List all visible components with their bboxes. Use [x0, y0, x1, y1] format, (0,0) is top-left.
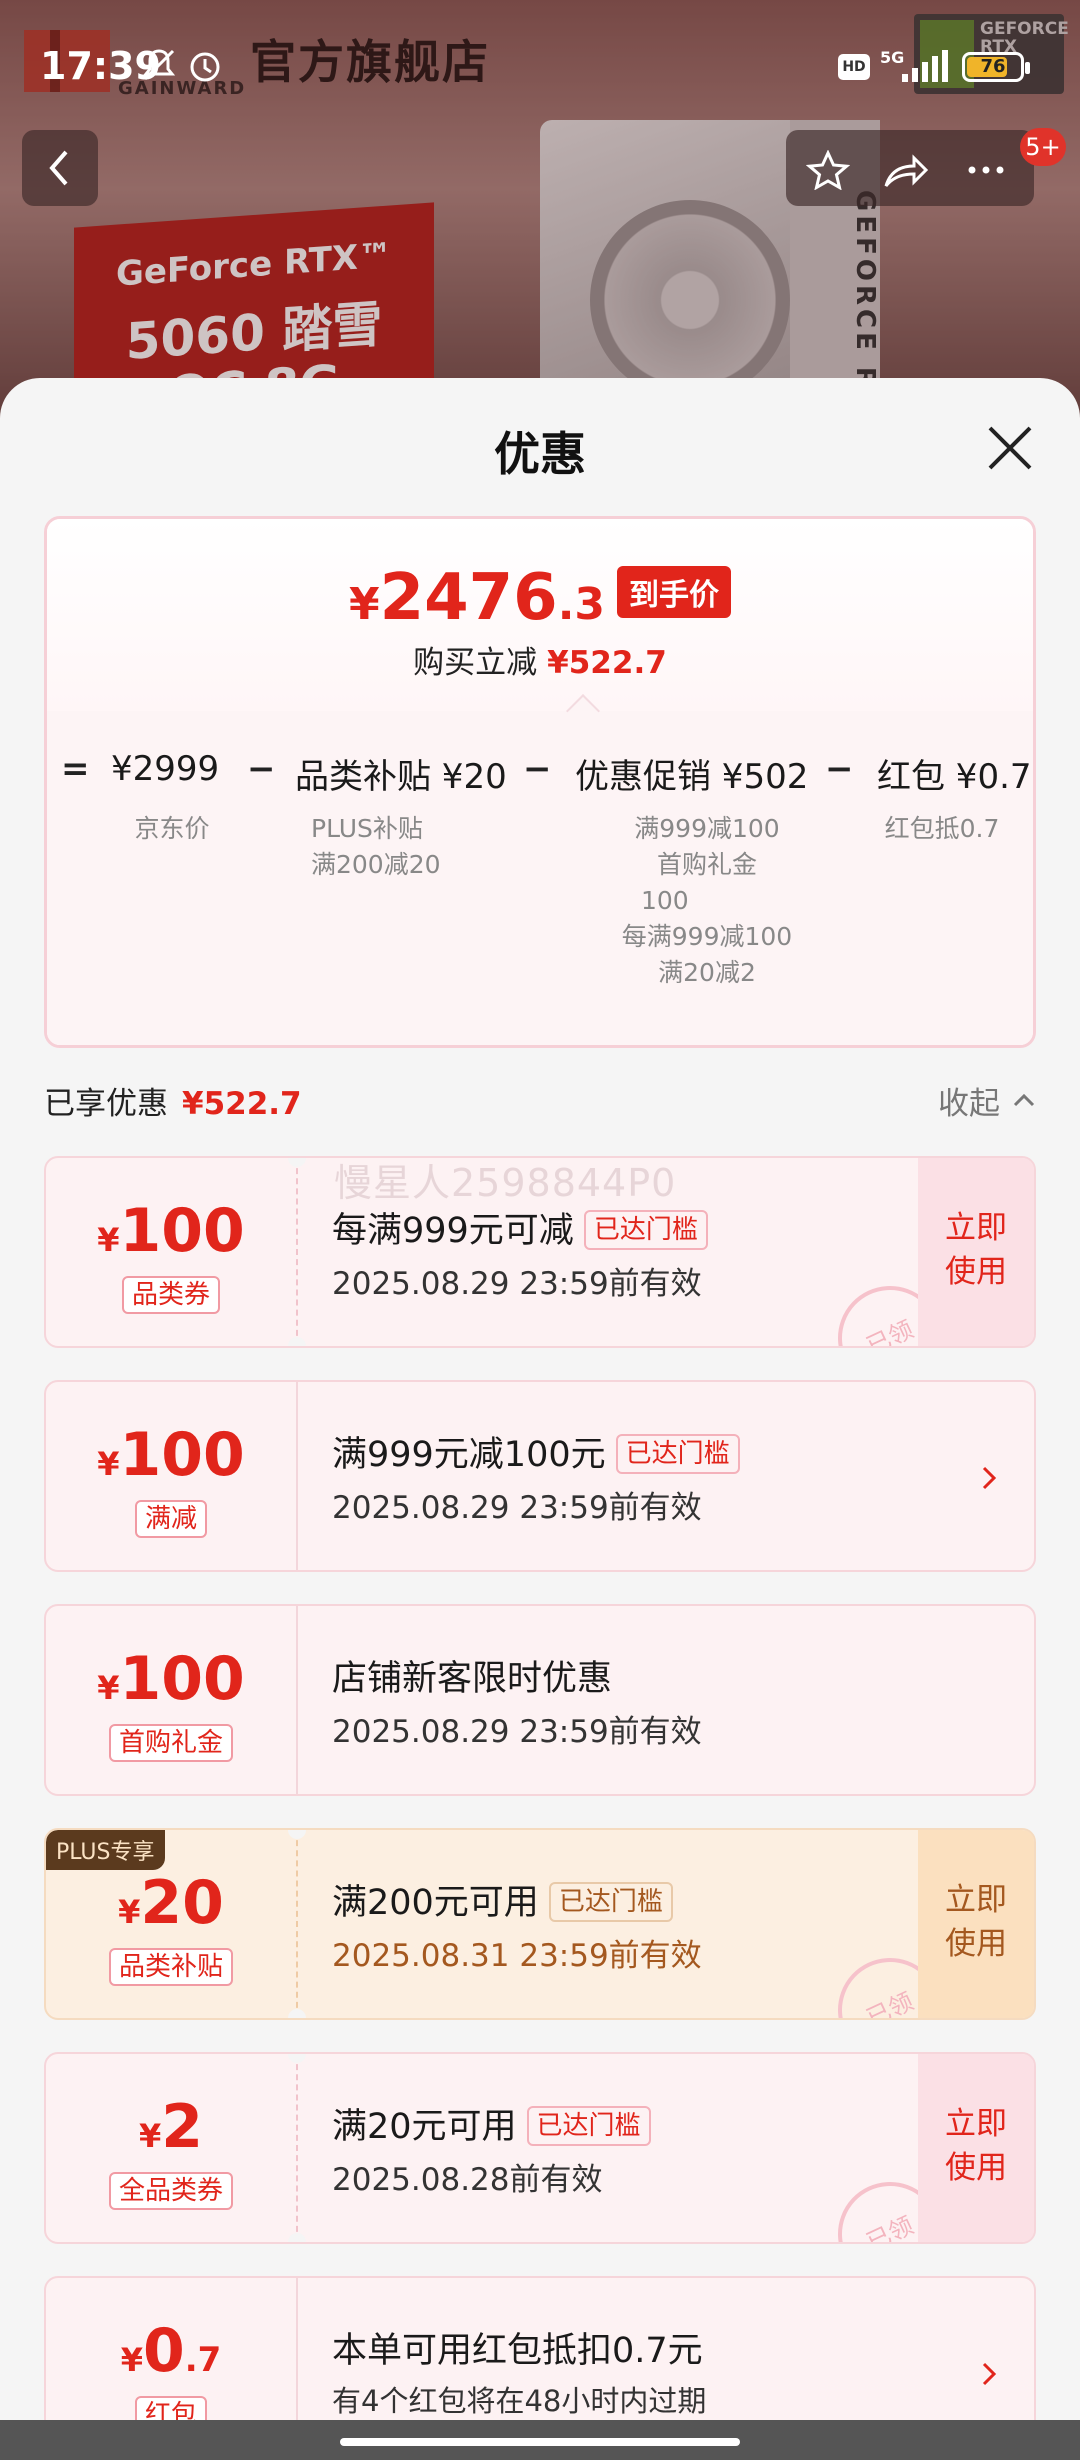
coupon-title: 满999元减100元 已达门槛	[332, 1426, 740, 1477]
more-icon[interactable]	[964, 150, 1008, 190]
breakdown-category-subsidy: 品类补贴 ¥20	[295, 757, 507, 797]
chevron-up-icon	[1013, 1093, 1035, 1107]
coupon-amount: ¥100	[97, 1644, 245, 1714]
sheet-title: 优惠	[494, 427, 586, 481]
breakdown-detail: 满999减100 首购礼金 100 每满999减100 满20减2	[621, 814, 793, 987]
chevron-left-icon	[49, 150, 68, 186]
use-now-button[interactable]: 立即 使用	[918, 1830, 1034, 2018]
minus-sign: −	[523, 749, 552, 789]
plus-exclusive-tag: PLUS专享	[46, 1830, 165, 1870]
threshold-badge: 已达门槛	[548, 1882, 673, 1922]
use-now-label: 立即 使用	[945, 1210, 1007, 1290]
coupon-title: 满200元可用 已达门槛	[332, 1874, 673, 1925]
coupon-type: 首购礼金	[46, 1724, 296, 1762]
final-price: ¥2476.3 到手价	[47, 561, 1033, 635]
coupon-validity: 2025.08.29 23:59前有效	[332, 1266, 702, 1302]
minus-sign: −	[247, 749, 276, 789]
equals-sign: =	[61, 749, 90, 789]
coupon-amount: ¥20	[118, 1868, 224, 1938]
breakdown-detail: 京东价	[134, 814, 210, 843]
header-actions	[786, 130, 1034, 206]
chevron-right-icon[interactable]	[980, 2360, 998, 2388]
coupon-amount: ¥100	[97, 1196, 245, 1266]
use-now-label: 立即 使用	[945, 2106, 1007, 2186]
star-icon[interactable]	[806, 150, 850, 190]
close-icon[interactable]	[982, 420, 1038, 476]
price-breakdown: = ¥2999 京东价 − 品类补贴 ¥20 PLUS补贴 满200减20 − …	[47, 711, 1033, 1045]
minus-sign: −	[825, 749, 854, 789]
status-bar: 17:39 HD 5G 76	[0, 0, 1080, 130]
share-icon[interactable]	[882, 150, 930, 190]
coupon-type: 满减	[46, 1500, 296, 1538]
collapse-button[interactable]: 收起	[938, 1078, 1035, 1123]
coupon-type: 品类券	[46, 1276, 296, 1314]
threshold-badge: 已达门槛	[615, 1434, 740, 1474]
chevron-right-icon[interactable]	[980, 1464, 998, 1492]
final-price-tag: 到手价	[617, 566, 732, 618]
network-type: 5G	[880, 48, 905, 67]
use-now-label: 立即 使用	[945, 1882, 1007, 1962]
coupon-title: 每满999元可减 已达门槛	[332, 1202, 708, 1253]
coupon-title: 本单可用红包抵扣0.7元	[332, 2331, 703, 2371]
coupon-validity: 2025.08.28前有效	[332, 2162, 603, 2198]
coupon-title: 满20元可用 已达门槛	[332, 2098, 651, 2149]
message-count-badge: 5+	[1020, 128, 1066, 166]
breakdown-detail: 红包抵0.7	[884, 814, 1000, 843]
coupon-card[interactable]: ¥100 满减 满999元减100元 已达门槛 2025.08.29 23:59前…	[44, 1380, 1036, 1572]
coupon-validity: 2025.08.29 23:59前有效	[332, 1714, 702, 1750]
coupon-type: 全品类券	[46, 2172, 296, 2210]
threshold-badge: 已达门槛	[526, 2106, 651, 2146]
signal-icon	[902, 50, 952, 82]
coupon-validity: 有4个红包将在48小时内过期	[332, 2384, 707, 2418]
alarm-icon	[186, 46, 224, 91]
user-watermark: 慢星人2598844P0	[334, 1161, 677, 1205]
use-now-button[interactable]: 立即 使用	[918, 2054, 1034, 2242]
use-now-button[interactable]: 立即 使用	[918, 1158, 1034, 1346]
home-indicator[interactable]	[340, 2438, 740, 2446]
enjoyed-discount: 已享优惠 ¥522.7	[44, 1086, 302, 1122]
mute-icon	[140, 46, 178, 91]
coupon-card[interactable]: ¥100 首购礼金 店铺新客限时优惠 2025.08.29 23:59前有效	[44, 1604, 1036, 1796]
coupon-amount: ¥2	[138, 2092, 203, 2162]
breakdown-jd-price: ¥2999	[111, 749, 220, 789]
coupon-type: 品类补贴	[46, 1948, 296, 1986]
battery-icon: 76	[962, 52, 1030, 82]
discount-sheet: 优惠 ¥2476.3 到手价 购买立减 ¥522.7 = ¥2999 京东价 − 品…	[0, 378, 1080, 2460]
total-discount: 购买立减 ¥522.7	[413, 645, 667, 681]
coupon-amount: ¥100	[97, 1420, 245, 1490]
price-summary-card: ¥2476.3 到手价 购买立减 ¥522.7 = ¥2999 京东价 − 品类补贴…	[44, 516, 1036, 1048]
breakdown-detail: PLUS补贴 满200减20	[311, 814, 441, 879]
hd-icon: HD	[838, 54, 870, 80]
coupon-card[interactable]: ¥2 全品类券 满20元可用 已达门槛 2025.08.28前有效 已领 立即 使用	[44, 2052, 1036, 2244]
coupon-card[interactable]: PLUS专享 ¥20 品类补贴 满200元可用 已达门槛 2025.08.31 2…	[44, 1828, 1036, 2020]
breakdown-red-packet: 红包 ¥0.7	[877, 757, 1032, 797]
back-button[interactable]	[22, 130, 98, 206]
coupon-amount: ¥0.7	[120, 2316, 222, 2386]
coupon-title: 店铺新客限时优惠	[332, 1659, 613, 1699]
threshold-badge: 已达门槛	[583, 1210, 708, 1250]
coupon-validity: 2025.08.29 23:59前有效	[332, 1490, 702, 1526]
coupon-validity: 2025.08.31 23:59前有效	[332, 1938, 702, 1974]
breakdown-promotion: 优惠促销 ¥502	[575, 757, 809, 797]
